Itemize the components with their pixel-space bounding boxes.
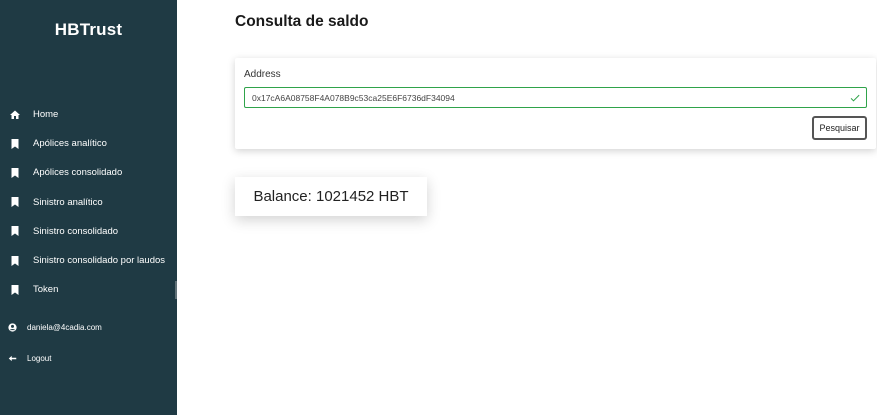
sidebar-item-home[interactable]: Home [0,100,177,129]
logout-label: Logout [27,353,52,363]
check-icon [849,91,861,103]
arrow-left-icon [8,354,17,363]
address-search-card: Address Pesquisar [235,58,876,149]
sidebar-item-label: Apólices consolidado [33,167,123,179]
sidebar-item-label: Sinistro consolidado [33,225,119,237]
logout-link[interactable]: Logout [0,351,177,365]
sidebar-item-token[interactable]: Token [0,275,177,304]
bookmark-icon [9,196,21,208]
home-icon [9,109,21,121]
sidebar-item-label: Home [33,109,59,121]
bookmark-icon [9,284,21,296]
sidebar-nav: Home Apólices analítico Apólices consoli… [0,100,177,304]
sidebar-item-sinistro-analitico[interactable]: Sinistro analítico [0,188,177,217]
bookmark-icon [9,167,21,179]
user-icon [8,322,17,332]
sidebar-item-label: Token [33,284,59,296]
address-input[interactable] [244,87,867,108]
address-label: Address [244,69,281,80]
bookmark-icon [9,225,21,237]
user-email: daniela@4cadia.com [27,322,102,332]
bookmark-icon [9,138,21,150]
balance-display: Balance: 1021452 HBT [235,177,427,216]
sidebar: HBTrust Home Apólices analítico Apólices… [0,0,177,415]
bookmark-icon [9,255,21,267]
page-title: Consulta de saldo [235,13,369,30]
user-account[interactable]: daniela@4cadia.com [0,320,177,334]
search-button[interactable]: Pesquisar [812,116,867,140]
sidebar-item-label: Sinistro analítico [33,196,103,208]
sidebar-item-label: Sinistro consolidado por laudos [33,255,166,267]
sidebar-item-apolices-consolidado[interactable]: Apólices consolidado [0,158,177,187]
sidebar-item-label: Apólices analítico [33,138,107,150]
sidebar-item-apolices-analitico[interactable]: Apólices analítico [0,129,177,158]
sidebar-item-sinistro-consolidado-laudos[interactable]: Sinistro consolidado por laudos [0,246,177,275]
sidebar-item-sinistro-consolidado[interactable]: Sinistro consolidado [0,217,177,246]
brand-logo: HBTrust [54,20,123,39]
